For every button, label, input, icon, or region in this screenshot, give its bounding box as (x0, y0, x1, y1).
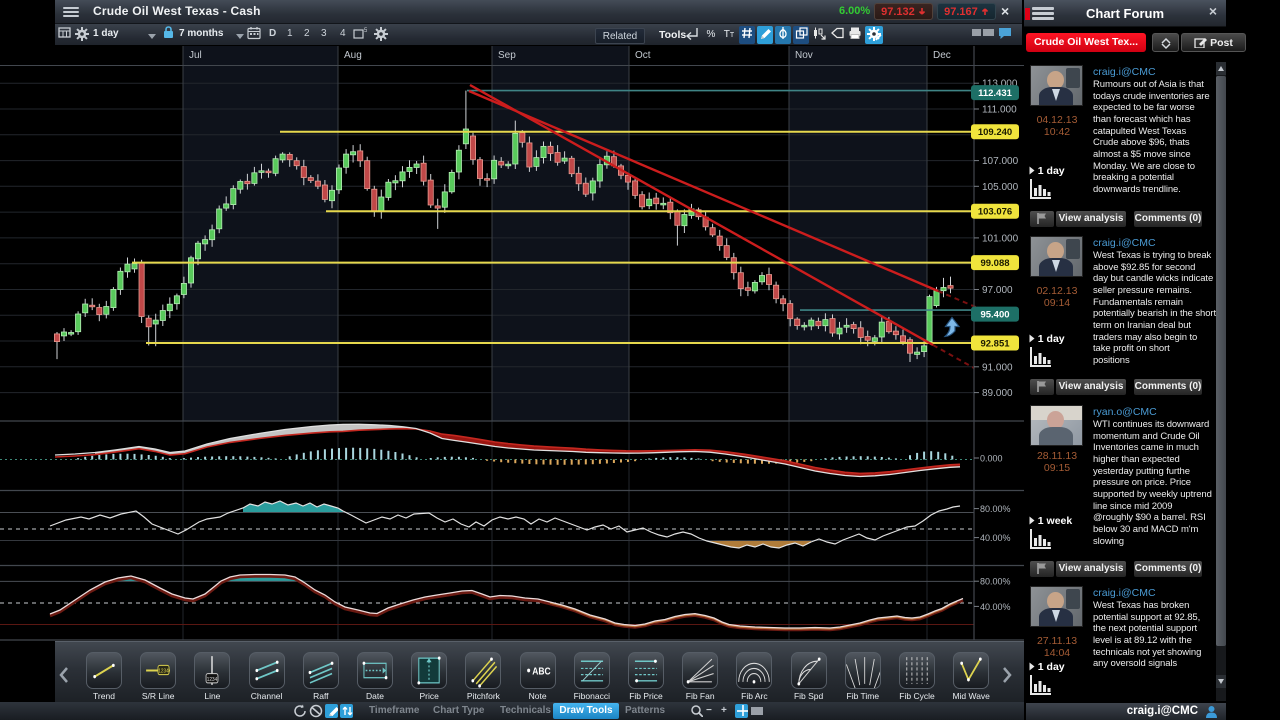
svg-text:Nov: Nov (795, 50, 813, 61)
svg-text:111.000: 111.000 (982, 105, 1017, 116)
svg-text:Oct: Oct (635, 50, 651, 61)
svg-text:40.00%: 40.00% (980, 602, 1011, 612)
svg-text:95.400: 95.400 (980, 310, 1009, 321)
svg-text:103.076: 103.076 (978, 207, 1012, 218)
svg-text:0.000: 0.000 (980, 454, 1003, 464)
svg-text:112.431: 112.431 (978, 88, 1013, 99)
svg-text:99.088: 99.088 (980, 258, 1009, 269)
svg-text:5: 5 (364, 28, 367, 34)
svg-text:92.851: 92.851 (980, 339, 1010, 350)
svg-text:ABC: ABC (532, 665, 551, 677)
svg-text:80.00%: 80.00% (980, 504, 1011, 514)
svg-text:97.000: 97.000 (982, 285, 1013, 296)
svg-text:101.000: 101.000 (982, 233, 1019, 244)
svg-text:89.000: 89.000 (982, 388, 1013, 399)
svg-text:Jul: Jul (189, 50, 202, 61)
svg-text:107.000: 107.000 (982, 156, 1019, 167)
svg-text:1234: 1234 (159, 668, 169, 675)
svg-text:1234: 1234 (207, 676, 217, 683)
svg-text:109.240: 109.240 (978, 127, 1012, 138)
svg-text:Sep: Sep (498, 50, 516, 61)
svg-text:Dec: Dec (933, 50, 951, 61)
svg-text:105.000: 105.000 (982, 182, 1019, 193)
svg-text:80.00%: 80.00% (980, 577, 1011, 587)
svg-text:91.000: 91.000 (982, 362, 1013, 373)
svg-text:Aug: Aug (344, 50, 362, 61)
svg-text:40.00%: 40.00% (980, 533, 1011, 543)
